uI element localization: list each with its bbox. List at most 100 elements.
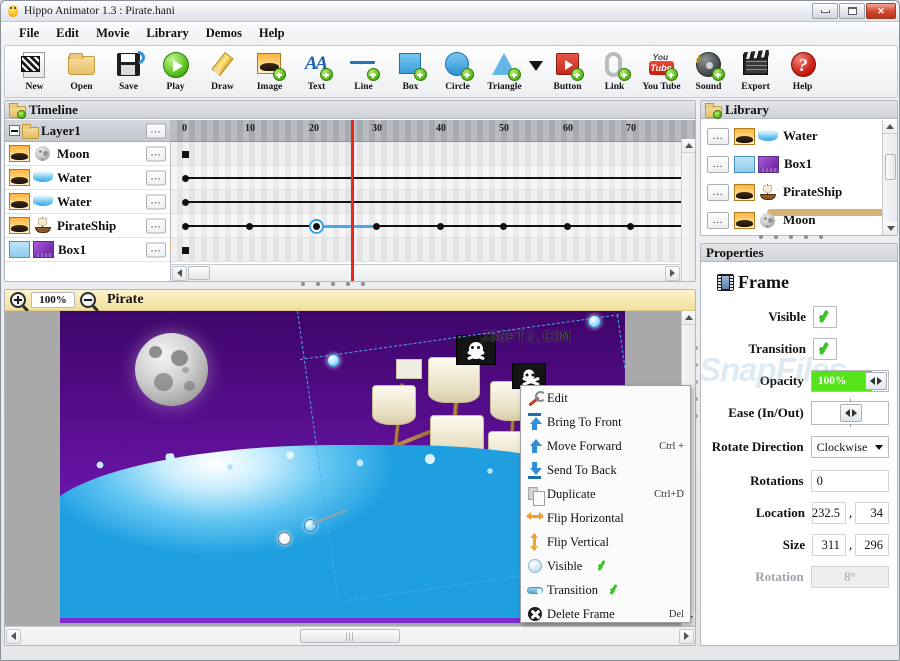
track-row-pirateship[interactable] [171,214,695,238]
minimize-button[interactable] [812,3,838,19]
menu-library[interactable]: Library [138,24,196,43]
timeline-row-pirateship[interactable]: PirateShip ... [5,214,170,238]
menu-demos[interactable]: Demos [198,24,250,43]
keyframe-marker[interactable] [500,223,507,230]
toolbar-line[interactable]: Line [340,48,387,97]
menu-file[interactable]: File [11,24,47,43]
library-panel-resize-grip[interactable] [759,235,839,243]
keyframe-marker-selected[interactable] [309,219,324,234]
toolbar-image[interactable]: Image [246,48,293,97]
timeline-track-area[interactable]: 0 10 20 30 40 50 60 70 [171,120,695,281]
row-menu-button[interactable]: ... [146,146,166,161]
location-y-input[interactable]: 34 [855,502,889,524]
toolbar-button[interactable]: Button [544,48,591,97]
scroll-up-icon[interactable] [682,311,696,325]
zoom-level-value[interactable]: 100% [31,292,75,308]
timeline-row-water-1[interactable]: Water ... [5,166,170,190]
library-item-box1[interactable]: ... Box1 [701,150,883,178]
library-item-menu-button[interactable]: ... [707,128,729,145]
timeline-row-box1[interactable]: Box1 ... [5,238,170,262]
layer-menu-button[interactable]: ... [146,123,166,138]
rotations-input[interactable]: 0 [811,470,889,492]
zoom-out-icon[interactable] [80,292,96,308]
keyframe-marker[interactable] [182,151,189,158]
scrollbar-thumb[interactable] [885,154,896,180]
context-menu-item-flip-vertical[interactable]: Flip Vertical [521,530,690,554]
toolbar-triangle[interactable]: Triangle [481,48,528,97]
collapse-icon[interactable] [9,125,20,136]
toolbar-open[interactable]: Open [58,48,105,97]
library-item-menu-button[interactable]: ... [707,212,729,229]
scroll-right-icon[interactable] [679,629,694,644]
timeline-row-moon[interactable]: Moon ... [5,142,170,166]
row-menu-button[interactable]: ... [146,170,166,185]
timeline-horizontal-scrollbar[interactable] [171,264,681,281]
location-x-input[interactable]: 232.5 [812,502,846,524]
rotate-direction-select[interactable]: Clockwise [811,436,889,458]
toolbar-help[interactable]: ? Help [779,48,826,97]
context-menu-item-flip-horizontal[interactable]: Flip Horizontal [521,506,690,530]
context-menu-item-move-forward[interactable]: Move Forward Ctrl + [521,434,690,458]
timeline-row-water-2[interactable]: Water ... [5,190,170,214]
toolbar-new[interactable]: New [11,48,58,97]
context-menu-item-send-to-back[interactable]: Send To Back [521,458,690,482]
timeline-layer-row-layer1[interactable]: Layer1 ... [5,120,170,142]
track-row-layer1[interactable] [171,142,695,166]
opacity-field[interactable]: 100% [811,370,889,392]
scroll-left-icon[interactable] [6,629,21,644]
library-item-pirateship[interactable]: ... PirateShip [701,178,883,206]
scroll-down-icon[interactable] [883,222,898,236]
selection-handle[interactable] [327,354,340,367]
moon-object[interactable] [135,333,208,406]
row-menu-button[interactable]: ... [146,218,166,233]
size-height-input[interactable]: 296 [855,534,889,556]
zoom-in-icon[interactable] [10,292,26,308]
opacity-stepper[interactable] [865,372,887,390]
keyframe-marker[interactable] [182,247,189,254]
close-button[interactable]: ✕ [866,3,896,19]
menu-edit[interactable]: Edit [48,24,87,43]
toolbar-circle[interactable]: Circle [434,48,481,97]
toolbar-text[interactable]: AA Text [293,48,340,97]
track-row-moon[interactable] [171,166,695,190]
keyframe-marker[interactable] [182,199,189,206]
toolbar-youtube[interactable]: You Tube You Tube [638,48,685,97]
row-menu-button[interactable]: ... [146,194,166,209]
toolbar-draw[interactable]: Draw [199,48,246,97]
maximize-button[interactable] [839,3,865,19]
keyframe-marker[interactable] [246,223,253,230]
track-row-box1[interactable] [171,238,695,262]
menu-movie[interactable]: Movie [88,24,137,43]
toolbar-sound[interactable]: ♪ Sound [685,48,732,97]
keyframe-marker[interactable] [437,223,444,230]
keyframe-marker[interactable] [564,223,571,230]
timeline-ruler[interactable]: 0 10 20 30 40 50 60 70 [171,120,695,142]
shapes-dropdown-caret-icon[interactable] [528,48,544,97]
keyframe-marker[interactable] [373,223,380,230]
keyframe-marker[interactable] [182,175,189,182]
playhead[interactable] [351,120,354,281]
scrollbar-thumb[interactable] [188,266,210,280]
toolbar-box[interactable]: Box [387,48,434,97]
selection-handle[interactable] [588,315,601,328]
ease-stepper[interactable] [840,404,862,422]
context-menu-item-delete-frame[interactable]: Delete Frame Del [521,602,690,626]
track-row-water[interactable] [171,190,695,214]
library-item-water[interactable]: ... Water [701,122,883,150]
context-menu-item-transition[interactable]: Transition [521,578,690,602]
scroll-right-icon[interactable] [665,266,680,281]
context-menu-item-bring-to-front[interactable]: Bring To Front [521,410,690,434]
library-item-menu-button[interactable]: ... [707,184,729,201]
visible-checkbox[interactable] [813,306,837,328]
context-menu-item-edit[interactable]: Edit [521,386,690,410]
scroll-up-icon[interactable] [682,139,696,153]
context-menu-item-visible[interactable]: Visible [521,554,690,578]
size-width-input[interactable]: 311 [812,534,846,556]
keyframe-marker[interactable] [627,223,634,230]
timeline-vertical-scrollbar[interactable] [681,139,695,282]
scroll-up-icon[interactable] [883,120,897,134]
toolbar-link[interactable]: Link [591,48,638,97]
menu-help[interactable]: Help [251,24,293,43]
scrollbar-thumb[interactable]: ||| [300,629,400,643]
scroll-left-icon[interactable] [172,266,187,281]
